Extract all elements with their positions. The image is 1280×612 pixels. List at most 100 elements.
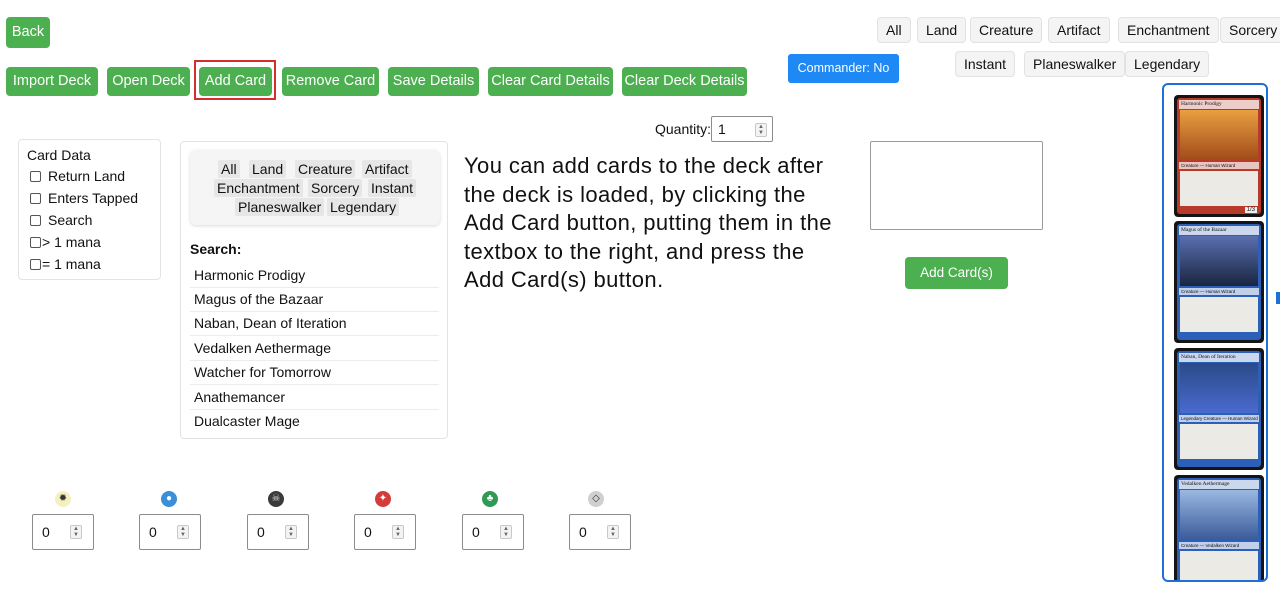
import-deck-button[interactable]: Import Deck [6,67,98,96]
black-mana-spinner[interactable]: ▲ ▼ [285,525,297,539]
card-data-title: Card Data [27,147,91,163]
black-mana-value: 0 [257,524,265,540]
colorless-mana-input[interactable]: 0 ▲ ▼ [569,514,631,550]
black-mana-input[interactable]: 0 ▲ ▼ [247,514,309,550]
card-data-panel: Card Data Return Land Enters Tapped Sear… [18,139,161,280]
blue-mana-icon: ● [161,491,177,507]
card-image-name: Naban, Dean of Iteration [1179,353,1259,362]
search-result-item[interactable]: Dualcaster Mage [190,410,439,434]
green-mana-input[interactable]: 0 ▲ ▼ [462,514,524,550]
enters-tapped-label: Enters Tapped [48,190,139,206]
filter-land[interactable]: Land [917,17,967,43]
add-cards-button[interactable]: Add Card(s) [905,257,1008,289]
search-filter-artifact[interactable]: Artifact [362,160,412,178]
search-result-item[interactable]: Naban, Dean of Iteration [190,312,439,336]
card-image[interactable]: Naban, Dean of Iteration Legendary Creat… [1174,348,1264,470]
enters-tapped-checkbox[interactable] [30,192,41,204]
search-result-item[interactable]: Vedalken Aethermage [190,337,439,361]
search-filter-enchantment[interactable]: Enchantment [214,179,303,197]
card-image-pt: 1/3 [1244,207,1257,213]
card-image-type: Legendary Creature — Human Wizard [1179,415,1259,422]
blue-mana-spinner[interactable]: ▲ ▼ [177,525,189,539]
save-details-button[interactable]: Save Details [388,67,479,96]
card-image-name: Harmonic Prodigy [1179,100,1259,109]
search-filter-planeswalker[interactable]: Planeswalker [235,198,325,216]
quantity-label: Quantity: [655,121,712,137]
search-option[interactable]: Search [30,212,92,228]
card-image-name: Magus of the Bazaar [1179,226,1259,235]
clear-deck-details-button[interactable]: Clear Deck Details [622,67,747,96]
search-filter-land[interactable]: Land [249,160,287,178]
quantity-spinner[interactable]: ▲ ▼ [755,123,767,137]
red-mana-icon: ✦ [375,491,391,507]
quantity-input[interactable]: 1 ▲ ▼ [711,116,773,142]
one-mana-checkbox[interactable] [30,258,41,270]
filter-artifact[interactable]: Artifact [1048,17,1110,43]
quantity-value: 1 [718,121,726,137]
green-mana-value: 0 [472,524,480,540]
filter-all[interactable]: All [877,17,911,43]
one-mana-option[interactable]: = 1 mana [30,256,101,272]
more-than-one-mana-option[interactable]: > 1 mana [30,234,101,250]
card-image[interactable]: Magus of the Bazaar Creature — Human Wiz… [1174,221,1264,343]
search-filter-all[interactable]: All [218,160,240,178]
blue-mana-value: 0 [149,524,157,540]
green-mana-icon: ♣ [482,491,498,507]
white-mana-spinner[interactable]: ▲ ▼ [70,525,82,539]
search-filter-instant[interactable]: Instant [368,179,417,197]
filter-planeswalker[interactable]: Planeswalker [1024,51,1126,77]
white-mana-input[interactable]: 0 ▲ ▼ [32,514,94,550]
return-land-checkbox[interactable] [30,170,41,182]
colorless-mana-value: 0 [579,524,587,540]
search-result-item[interactable]: Anathemancer [190,386,439,410]
card-image-strip[interactable]: Harmonic Prodigy Creature — Human Wizard… [1162,83,1268,582]
scroll-indicator [1276,292,1280,304]
card-image-type: Creature — Vedalken Wizard [1179,542,1259,549]
return-land-label: Return Land [48,168,126,184]
white-mana-value: 0 [42,524,50,540]
green-mana-spinner[interactable]: ▲ ▼ [500,525,512,539]
red-mana-value: 0 [364,524,372,540]
card-image-type: Creature — Human Wizard [1179,288,1259,295]
search-result-item[interactable]: Harmonic Prodigy [190,264,439,288]
filter-sorcery[interactable]: Sorcery [1220,17,1280,43]
red-mana-input[interactable]: 0 ▲ ▼ [354,514,416,550]
card-image-name: Vedalken Aethermage [1179,480,1259,489]
commander-toggle[interactable]: Commander: No [788,54,899,83]
card-image[interactable]: Vedalken Aethermage Creature — Vedalken … [1174,475,1264,580]
search-panel: All Land Creature Artifact Enchantment S… [180,141,448,439]
card-image-type: Creature — Human Wizard [1179,162,1259,169]
one-mana-label: = 1 mana [42,256,101,272]
card-image[interactable]: Harmonic Prodigy Creature — Human Wizard… [1174,95,1264,217]
search-filter-bar: All Land Creature Artifact Enchantment S… [190,150,440,225]
remove-card-button[interactable]: Remove Card [282,67,379,96]
colorless-mana-spinner[interactable]: ▲ ▼ [607,525,619,539]
blue-mana-input[interactable]: 0 ▲ ▼ [139,514,201,550]
filter-enchantment[interactable]: Enchantment [1118,17,1219,43]
filter-creature[interactable]: Creature [970,17,1043,43]
filter-instant[interactable]: Instant [955,51,1016,77]
search-label: Search: [190,241,242,257]
add-card-button[interactable]: Add Card [199,67,272,96]
more-than-one-mana-label: > 1 mana [42,234,101,250]
open-deck-button[interactable]: Open Deck [107,67,190,96]
search-result-item[interactable]: Magus of the Bazaar [190,288,439,312]
back-button[interactable]: Back [6,17,50,48]
clear-card-details-button[interactable]: Clear Card Details [488,67,613,96]
red-mana-spinner[interactable]: ▲ ▼ [392,525,404,539]
black-mana-icon: ☠ [268,491,284,507]
return-land-option[interactable]: Return Land [30,168,125,184]
card-entry-textarea[interactable] [870,141,1043,230]
enters-tapped-option[interactable]: Enters Tapped [30,190,138,206]
search-option-label: Search [48,212,93,228]
search-checkbox[interactable] [30,214,41,226]
search-filter-creature[interactable]: Creature [295,160,356,178]
more-than-one-mana-checkbox[interactable] [30,236,41,248]
colorless-mana-icon: ◇ [588,491,604,507]
instruction-tooltip: You can add cards to the deck after the … [454,148,854,301]
search-result-item[interactable]: Watcher for Tomorrow [190,361,439,385]
filter-legendary[interactable]: Legendary [1125,51,1210,77]
search-filter-legendary[interactable]: Legendary [327,198,400,216]
search-filter-sorcery[interactable]: Sorcery [308,179,363,197]
white-mana-icon: ✹ [55,491,71,507]
